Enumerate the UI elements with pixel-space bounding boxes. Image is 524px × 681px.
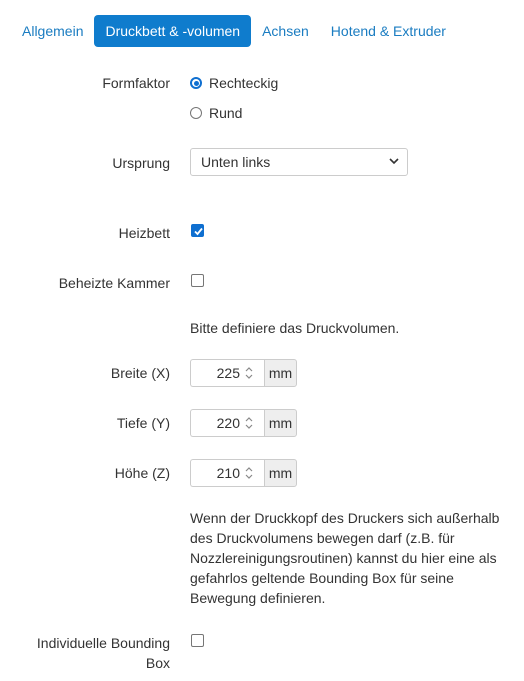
height-value: 210 bbox=[216, 465, 240, 481]
tab-druckbett-volumen[interactable]: Druckbett & -volumen bbox=[94, 15, 252, 47]
origin-select[interactable]: Unten links bbox=[190, 148, 408, 176]
width-label: Breite (X) bbox=[110, 365, 170, 381]
radio-rechteckig-control[interactable] bbox=[190, 77, 202, 89]
chevron-down-icon bbox=[389, 158, 399, 165]
help-line: Wenn der Druckkopf des Druckers sich auß… bbox=[190, 510, 500, 526]
radio-rund[interactable]: Rund bbox=[190, 103, 242, 123]
depth-unit: mm bbox=[264, 409, 297, 437]
spinner-icon[interactable] bbox=[244, 415, 254, 431]
origin-label: Ursprung bbox=[112, 155, 170, 171]
tab-allgemein[interactable]: Allgemein bbox=[11, 15, 94, 47]
depth-field: 220 mm bbox=[190, 409, 297, 437]
tab-hotend-extruder[interactable]: Hotend & Extruder bbox=[320, 15, 457, 47]
custom-bounding-box-label: Individuelle Bounding Box bbox=[37, 633, 170, 673]
heated-chamber-checkbox[interactable] bbox=[191, 274, 204, 287]
radio-rund-label: Rund bbox=[209, 105, 243, 121]
depth-label: Tiefe (Y) bbox=[116, 415, 170, 431]
spinner-icon[interactable] bbox=[244, 465, 254, 481]
help-line: gefahrlos geltende Bounding Box für sein… bbox=[190, 570, 454, 586]
help-line: des Druckvolumens bewegen darf (z.B. für bbox=[190, 530, 455, 546]
depth-value: 220 bbox=[216, 415, 240, 431]
width-value: 225 bbox=[216, 365, 240, 381]
width-unit: mm bbox=[264, 359, 297, 387]
custom-bounding-box-label-line: Individuelle Bounding bbox=[36, 635, 170, 651]
height-field: 210 mm bbox=[190, 459, 297, 487]
checkmark-icon bbox=[194, 227, 203, 236]
bounding-box-help: Wenn der Druckkopf des Druckers sich auß… bbox=[190, 508, 499, 608]
help-line: Bewegung definieren. bbox=[190, 590, 326, 606]
heated-chamber-label: Beheizte Kammer bbox=[58, 275, 170, 291]
custom-bounding-box-label-line: Box bbox=[145, 655, 170, 671]
origin-select-value: Unten links bbox=[201, 154, 271, 170]
heated-bed-label: Heizbett bbox=[118, 225, 170, 241]
volume-hint: Bitte definiere das Druckvolumen. bbox=[190, 320, 400, 336]
help-line: Nozzlereinigungsroutinen) kannst du hier… bbox=[190, 550, 497, 566]
spinner-icon[interactable] bbox=[244, 365, 254, 381]
tab-bar: Allgemein Druckbett & -volumen Achsen Ho… bbox=[11, 15, 457, 47]
depth-input[interactable]: 220 bbox=[190, 409, 264, 437]
form-factor-label: Formfaktor bbox=[102, 75, 170, 91]
height-input[interactable]: 210 bbox=[190, 459, 264, 487]
radio-rechteckig[interactable]: Rechteckig bbox=[190, 73, 278, 93]
height-label: Höhe (Z) bbox=[114, 465, 170, 481]
custom-bounding-box-checkbox[interactable] bbox=[191, 634, 204, 647]
width-input[interactable]: 225 bbox=[190, 359, 264, 387]
height-unit: mm bbox=[264, 459, 297, 487]
radio-rechteckig-label: Rechteckig bbox=[209, 75, 279, 91]
radio-rund-control[interactable] bbox=[190, 107, 202, 119]
heated-bed-checkbox[interactable] bbox=[191, 224, 204, 237]
tab-achsen[interactable]: Achsen bbox=[251, 15, 320, 47]
width-field: 225 mm bbox=[190, 359, 297, 387]
